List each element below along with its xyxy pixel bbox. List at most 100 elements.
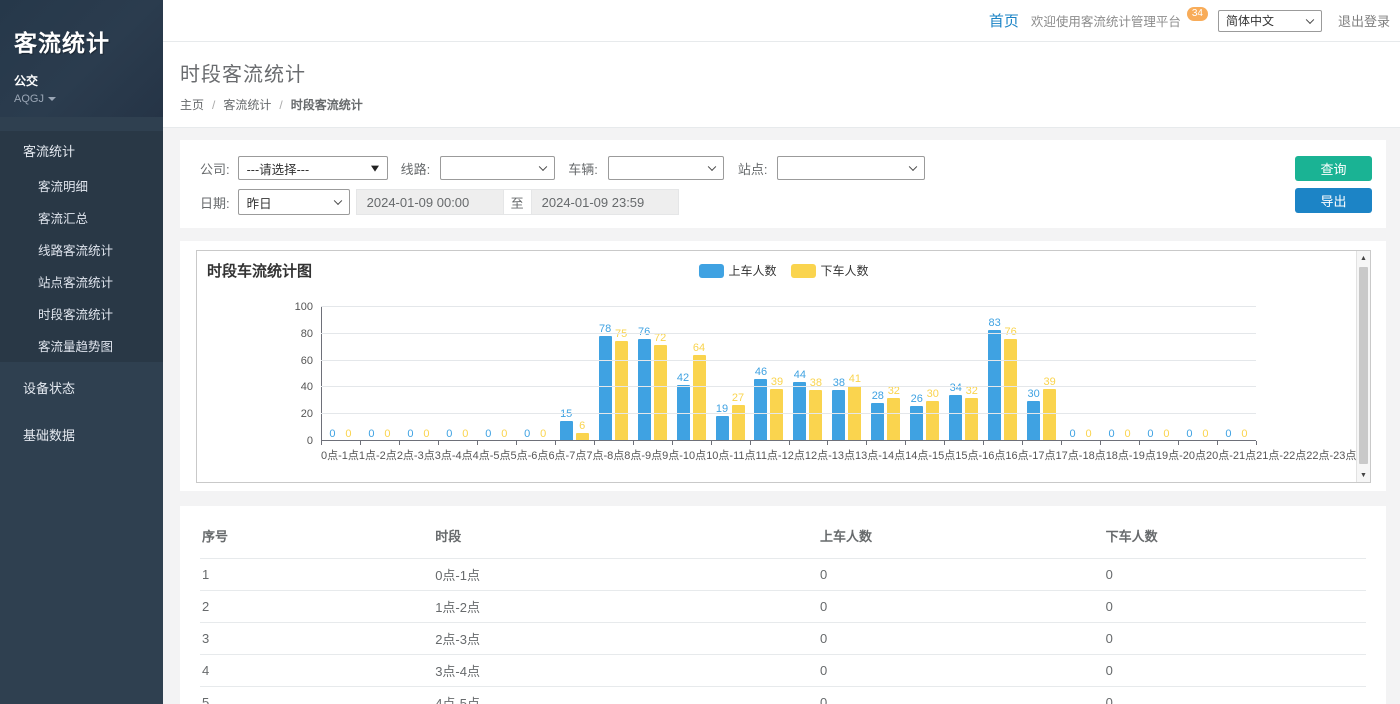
date-preset-select[interactable]: 昨日 [238, 189, 350, 215]
col-header-boarding: 上车人数 [818, 518, 1104, 559]
bar[interactable] [754, 379, 767, 441]
table-cell: 0点-1点 [433, 559, 818, 591]
bar-value-label: 0 [462, 428, 468, 440]
x-axis-tick [1061, 441, 1062, 445]
sidebar-item-passenger-stats[interactable]: 客流统计 [0, 131, 163, 170]
bar[interactable] [910, 406, 923, 441]
chart-scrollbar[interactable]: ▲ ▼ [1356, 251, 1370, 482]
bar[interactable] [832, 390, 845, 441]
query-button[interactable]: 查询 [1295, 156, 1372, 181]
scrollbar-thumb[interactable] [1359, 267, 1368, 464]
language-select[interactable]: 简体中文 [1218, 10, 1322, 32]
bar[interactable] [638, 339, 651, 441]
home-link[interactable]: 首页 [989, 10, 1019, 31]
sidebar-section-passenger-stats: 客流统计 客流明细 客流汇总 线路客流统计 站点客流统计 时段客流统计 客流量趋… [0, 131, 163, 362]
station-select[interactable] [777, 156, 925, 180]
sidebar-item-station-stats[interactable]: 站点客流统计 [0, 266, 163, 298]
bar[interactable] [732, 405, 745, 441]
x-axis-tick [594, 441, 595, 445]
scroll-up-arrow[interactable]: ▲ [1357, 251, 1370, 265]
table-cell: 0 [818, 623, 1104, 655]
table-row: 21点-2点00 [200, 591, 1366, 623]
sidebar-item-trend-chart[interactable]: 客流量趋势图 [0, 330, 163, 362]
breadcrumb-separator: / [212, 98, 215, 112]
logout-link[interactable]: 退出登录 [1338, 11, 1390, 30]
gridline [321, 386, 1256, 387]
bar[interactable] [926, 401, 939, 441]
legend-item-boarding[interactable]: 上车人数 [698, 262, 776, 279]
page-heading: 时段客流统计 主页 / 客流统计 / 时段客流统计 [163, 42, 1400, 128]
bar-group: 2630 [905, 307, 944, 441]
x-axis-tick [1217, 441, 1218, 445]
user-dropdown[interactable]: AQGJ [14, 93, 149, 105]
bar[interactable] [1004, 339, 1017, 441]
gridline [321, 306, 1256, 307]
sidebar-item-base-data[interactable]: 基础数据 [0, 413, 163, 456]
company-value: ---请选择--- [247, 159, 309, 178]
table-cell: 1点-2点 [433, 591, 818, 623]
breadcrumb-passenger-stats[interactable]: 客流统计 [223, 96, 271, 113]
table-cell: 4点-5点 [433, 687, 818, 704]
legend-item-alighting[interactable]: 下车人数 [791, 262, 869, 279]
bar[interactable] [988, 330, 1001, 441]
date-start-input[interactable]: 2024-01-09 00:00 [356, 189, 504, 215]
company-label: 公司: [200, 159, 230, 178]
notification-badge[interactable]: 34 [1187, 7, 1208, 21]
sidebar-item-period-stats[interactable]: 时段客流统计 [0, 298, 163, 330]
date-end-input[interactable]: 2024-01-09 23:59 [531, 189, 679, 215]
bar-value-label: 28 [872, 390, 884, 402]
bar[interactable] [693, 355, 706, 441]
bar[interactable] [1027, 401, 1040, 441]
bar-group: 00 [1178, 307, 1217, 441]
bar-wrap: 30 [926, 388, 939, 441]
bar-group: 00 [1139, 307, 1178, 441]
bar[interactable] [716, 416, 729, 441]
sidebar-item-device-status[interactable]: 设备状态 [0, 366, 163, 409]
bar[interactable] [949, 395, 962, 441]
bar[interactable] [965, 398, 978, 441]
export-button[interactable]: 导出 [1295, 188, 1372, 213]
x-axis-ticks [321, 441, 1256, 446]
line-label: 线路: [401, 159, 431, 178]
breadcrumb-home[interactable]: 主页 [180, 96, 204, 113]
x-axis-tick [944, 441, 945, 445]
vehicle-select[interactable] [608, 156, 724, 180]
page-title: 时段客流统计 [180, 58, 1400, 87]
bar[interactable] [871, 403, 884, 441]
line-select[interactable] [440, 156, 555, 180]
x-axis-tick-label: 19点-20点 [1156, 447, 1206, 463]
plot-bars: 0000000000001567875767242641927463944383… [321, 307, 1256, 441]
bar[interactable] [1043, 389, 1056, 441]
bar[interactable] [615, 341, 628, 442]
bar[interactable] [770, 389, 783, 441]
bar-value-label: 44 [794, 369, 806, 381]
bar-wrap: 41 [848, 373, 861, 441]
bar-group: 00 [1100, 307, 1139, 441]
bar[interactable] [793, 382, 806, 441]
scroll-down-arrow[interactable]: ▼ [1357, 468, 1370, 482]
col-header-index: 序号 [200, 518, 433, 559]
bar[interactable] [560, 421, 573, 441]
bar-value-label: 83 [989, 317, 1001, 329]
sidebar-item-line-stats[interactable]: 线路客流统计 [0, 234, 163, 266]
company-select[interactable]: ---请选择--- [238, 156, 388, 180]
bar-value-label: 30 [1028, 388, 1040, 400]
x-axis-tick-label: 6点-7点 [548, 447, 586, 463]
bar[interactable] [599, 336, 612, 441]
sidebar-item-passenger-summary[interactable]: 客流汇总 [0, 202, 163, 234]
table-cell: 3 [200, 623, 433, 655]
bar[interactable] [887, 398, 900, 441]
filter-row-2: 日期: 昨日 2024-01-09 00:00 至 2024-01-09 23:… [200, 189, 1266, 215]
table-cell: 2点-3点 [433, 623, 818, 655]
x-axis-tick-label: 2点-3点 [397, 447, 435, 463]
x-axis-tick-label: 8点-9点 [624, 447, 662, 463]
bar-wrap: 42 [677, 372, 690, 441]
sidebar-item-passenger-detail[interactable]: 客流明细 [0, 170, 163, 202]
chevron-down-icon [708, 163, 716, 171]
bar-group: 00 [477, 307, 516, 441]
x-axis-tick-label: 5点-6点 [511, 447, 549, 463]
x-axis-tick-label: 14点-15点 [905, 447, 955, 463]
org-name: 公交 [14, 72, 149, 89]
x-axis-tick [983, 441, 984, 445]
bar[interactable] [809, 390, 822, 441]
